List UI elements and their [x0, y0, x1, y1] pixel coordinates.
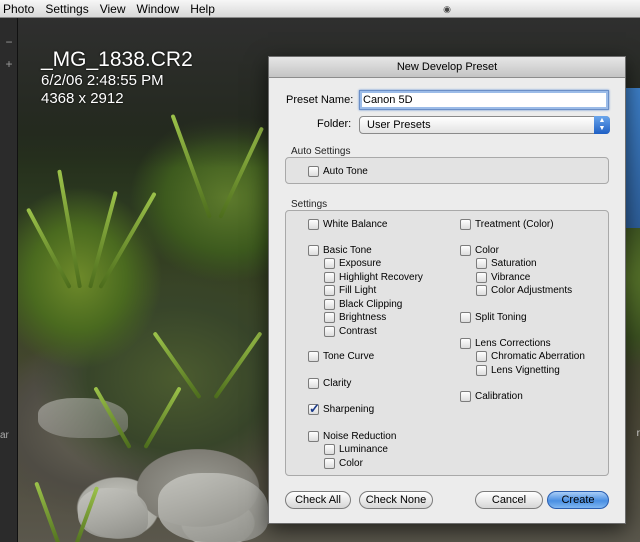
white-balance-checkbox[interactable]: White Balance [308, 218, 387, 230]
calibration-checkbox[interactable]: Calibration [460, 390, 523, 402]
fill-light-checkbox[interactable]: Fill Light [324, 284, 376, 296]
settings-label: Settings [291, 199, 328, 210]
menu-photo[interactable]: Photo [0, 0, 41, 18]
photo-filename: _MG_1838.CR2 [41, 48, 193, 71]
treatment-color-checkbox[interactable]: Treatment (Color) [460, 218, 554, 230]
dialog-title: New Develop Preset [269, 57, 625, 78]
create-button[interactable]: Create [547, 491, 609, 509]
menu-help[interactable]: Help [186, 0, 222, 18]
add-icon[interactable]: + [3, 58, 15, 70]
left-panel-strip: − + ar [0, 18, 18, 542]
basic-tone-checkbox[interactable]: Basic Tone [308, 244, 372, 256]
folder-select[interactable]: User Presets ▲ ▼ [359, 116, 610, 134]
select-arrows-icon: ▲ ▼ [594, 116, 610, 134]
photo-dimensions: 4368 x 2912 [41, 90, 124, 107]
vibrance-checkbox[interactable]: Vibrance [476, 271, 530, 283]
chromatic-aberration-checkbox[interactable]: Chromatic Aberration [476, 350, 585, 362]
new-develop-preset-dialog: New Develop Preset Preset Name: Folder: … [268, 56, 626, 524]
lens-vignetting-checkbox[interactable]: Lens Vignetting [476, 364, 560, 376]
menu-view[interactable]: View [96, 0, 133, 18]
contrast-checkbox[interactable]: Contrast [324, 325, 377, 337]
photo-datetime: 6/2/06 2:48:55 PM [41, 72, 164, 89]
check-all-button[interactable]: Check All [285, 491, 351, 509]
folder-select-value: User Presets [367, 119, 431, 131]
checkbox-box [308, 165, 319, 177]
check-none-button[interactable]: Check None [359, 491, 433, 509]
clarity-checkbox[interactable]: Clarity [308, 377, 351, 389]
split-toning-checkbox[interactable]: Split Toning [460, 311, 527, 323]
exposure-checkbox[interactable]: Exposure [324, 257, 381, 269]
nr-color-checkbox[interactable]: Color [324, 457, 363, 469]
black-clipping-checkbox[interactable]: Black Clipping [324, 298, 402, 310]
settings-group: White Balance Basic Tone Exposure Highli… [285, 210, 609, 476]
highlight-recovery-checkbox[interactable]: Highlight Recovery [324, 271, 423, 283]
noise-reduction-checkbox[interactable]: Noise Reduction [308, 430, 396, 442]
menu-bar: Photo Settings View Window Help ◉ [0, 0, 640, 18]
collapse-icon[interactable]: − [3, 36, 15, 48]
cancel-button[interactable]: Cancel [475, 491, 543, 509]
left-edge-text: ar [0, 430, 9, 441]
folder-label: Folder: [317, 118, 352, 130]
preset-name-label: Preset Name: [286, 94, 354, 106]
menu-settings[interactable]: Settings [41, 0, 95, 18]
photo-info-overlay: _MG_1838.CR2 6/2/06 2:48:55 PM 4368 x 29… [41, 48, 193, 108]
saturation-checkbox[interactable]: Saturation [476, 257, 537, 269]
auto-tone-checkbox[interactable]: Auto Tone [308, 165, 368, 177]
tone-curve-checkbox[interactable]: Tone Curve [308, 350, 374, 362]
sharpening-checkbox[interactable]: Sharpening [308, 401, 374, 417]
status-indicator-icon[interactable]: ◉ [441, 3, 453, 15]
brightness-checkbox[interactable]: Brightness [324, 311, 386, 323]
color-checkbox[interactable]: Color [460, 244, 499, 256]
color-adjustments-checkbox[interactable]: Color Adjustments [476, 284, 572, 296]
menu-window[interactable]: Window [133, 0, 187, 18]
auto-settings-group: Auto Tone [285, 157, 609, 184]
checked-icon [308, 401, 320, 417]
luminance-checkbox[interactable]: Luminance [324, 443, 388, 455]
lens-corrections-checkbox[interactable]: Lens Corrections [460, 337, 551, 349]
auto-settings-label: Auto Settings [291, 146, 351, 157]
preset-name-input[interactable] [359, 90, 609, 110]
